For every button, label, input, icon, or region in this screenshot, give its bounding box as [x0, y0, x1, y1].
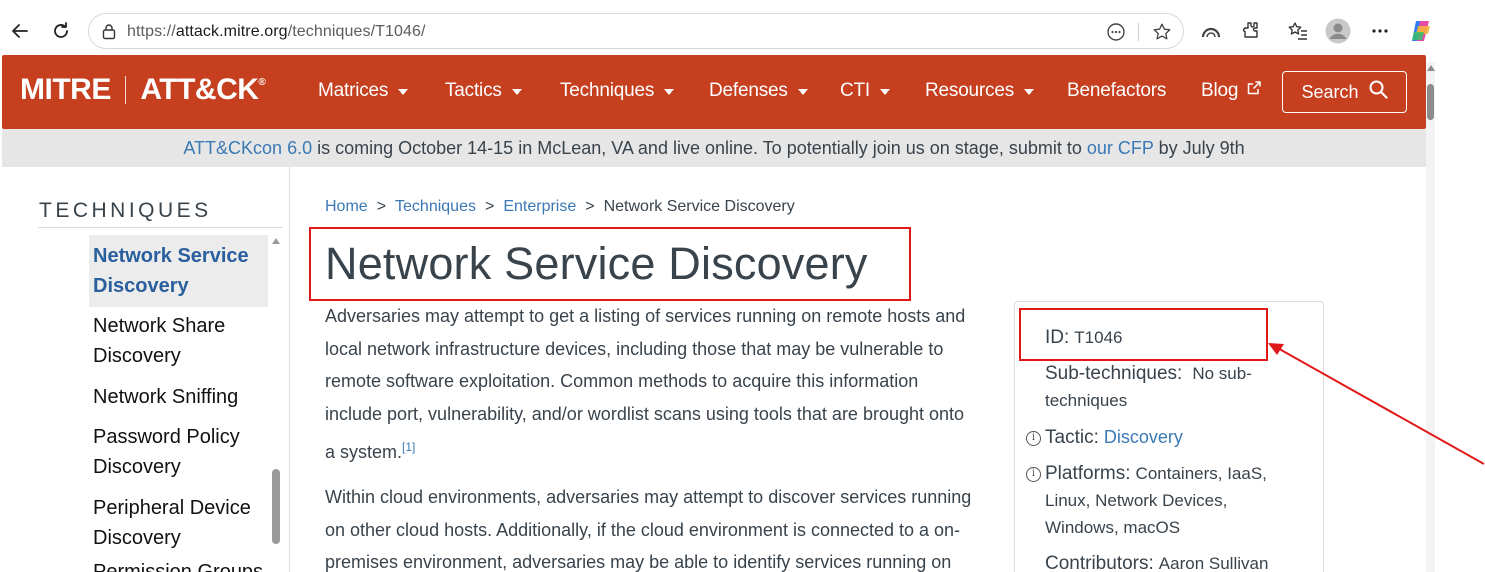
sidebar-heading-divider — [38, 227, 283, 228]
chevron-down-icon — [880, 89, 891, 95]
banner-text: is coming October 14-15 in McLean, VA an… — [312, 138, 1087, 158]
nav-techniques[interactable]: Techniques — [560, 80, 675, 102]
chevron-down-icon — [1024, 89, 1035, 95]
sidebar-item-label: Password Policy — [93, 426, 240, 448]
sidebar-item-peripheral-device-discovery[interactable]: Peripheral Device Discovery — [93, 493, 269, 553]
breadcrumb-current: Network Service Discovery — [603, 198, 795, 215]
search-icon — [1369, 80, 1388, 104]
announcement-banner: ATT&CKcon 6.0 is coming October 14-15 in… — [2, 129, 1426, 167]
sidebar-item-label: Discovery — [93, 275, 189, 297]
description-line: remote software exploitation. Common met… — [325, 371, 919, 392]
address-bar-separator — [1138, 23, 1139, 41]
sidebar-item-password-policy-discovery[interactable]: Password Policy Discovery — [93, 422, 269, 482]
nav-tactics[interactable]: Tactics — [445, 80, 522, 102]
scroll-up-arrow-icon[interactable] — [1427, 65, 1435, 71]
annotation-arrow-icon — [1268, 343, 1485, 465]
sidebar-heading: TECHNIQUES — [39, 199, 212, 222]
sidebar-item-label: Discovery — [93, 527, 181, 549]
sidebar-item-network-sniffing[interactable]: Network Sniffing — [93, 382, 269, 412]
site-header: MITRE ATT&CK ® Matrices Tactics Technique… — [2, 55, 1426, 129]
search-button[interactable]: Search — [1282, 71, 1407, 113]
sub-techniques-row: Sub-techniques: No sub-techniques — [1045, 363, 1252, 410]
cfp-link[interactable]: our CFP — [1087, 138, 1154, 158]
breadcrumb-techniques[interactable]: Techniques — [395, 198, 476, 215]
page-scroll-thumb[interactable] — [1427, 84, 1434, 120]
more-page-actions-icon[interactable] — [1105, 21, 1127, 43]
mitre-attack-logo[interactable]: MITRE ATT&CK ® — [20, 73, 266, 107]
description-line: Adversaries may attempt to get a listing… — [325, 306, 966, 326]
breadcrumb-enterprise[interactable]: Enterprise — [503, 198, 576, 215]
address-bar[interactable]: https://attack.mitre.org/techniques/T104… — [88, 13, 1184, 49]
external-link-icon — [1246, 80, 1262, 102]
contributors-row: Contributors: Aaron Sullivan — [1045, 553, 1269, 572]
description-line: include port, vulnerability, and/or word… — [325, 404, 965, 425]
settings-more-icon[interactable] — [1366, 17, 1394, 45]
attackcon-link[interactable]: ATT&CKcon 6.0 — [183, 138, 312, 158]
tactic-row: Tactic: Discovery — [1045, 427, 1183, 448]
breadcrumb-separator: > — [376, 198, 387, 215]
nav-matrices[interactable]: Matrices — [318, 80, 409, 102]
nav-blog[interactable]: Blog — [1201, 80, 1262, 102]
nav-benefactors[interactable]: Benefactors — [1067, 80, 1166, 102]
platforms-row: Platforms: Containers, IaaS, Linux, Netwo… — [1045, 463, 1267, 537]
url-text[interactable]: https://attack.mitre.org/techniques/T104… — [127, 23, 426, 41]
logo-divider — [124, 76, 127, 104]
sidebar-item-label: Permission Groups — [93, 561, 264, 572]
breadcrumb-separator: > — [484, 198, 495, 215]
id-highlight-box — [1019, 308, 1268, 361]
sidebar-item-label: Network Sniffing — [93, 386, 239, 408]
banner-text-end: by July 9th — [1153, 138, 1245, 158]
info-icon[interactable]: i — [1026, 431, 1041, 446]
sidebar-item-label: Network Service — [93, 245, 249, 267]
profile-avatar-icon[interactable] — [1324, 17, 1352, 45]
sidebar-item-label: Network Share — [93, 315, 226, 337]
extensions-icon[interactable] — [1237, 17, 1265, 45]
nav-resources[interactable]: Resources — [925, 80, 1035, 102]
tactic-discovery-link[interactable]: Discovery — [1104, 427, 1183, 447]
page-scrollbar[interactable] — [1426, 62, 1435, 572]
browser-essentials-icon[interactable] — [1197, 17, 1225, 45]
sidebar-item-permission-groups[interactable]: Permission Groups — [93, 559, 269, 572]
back-icon[interactable] — [5, 16, 35, 46]
citation-link[interactable]: [1] — [402, 440, 415, 454]
browser-toolbar: https://attack.mitre.org/techniques/T104… — [0, 0, 1435, 62]
chevron-down-icon — [797, 89, 808, 95]
sidebar-item-label: Discovery — [93, 456, 181, 478]
description-line: Within cloud environments, adversaries m… — [325, 487, 972, 507]
breadcrumb-home[interactable]: Home — [325, 198, 368, 215]
sidebar-scrollbar[interactable] — [271, 234, 281, 564]
sidebar-item-label: Peripheral Device — [93, 497, 251, 519]
description-line: a system. — [325, 441, 403, 462]
description-paragraph-1: Adversaries may attempt to get a listing… — [325, 300, 985, 469]
description-line: local network infrastructure devices, in… — [325, 338, 944, 359]
breadcrumb: Home > Techniques > Enterprise > Network Servi… — [325, 198, 795, 216]
scroll-up-arrow-icon[interactable] — [272, 238, 280, 244]
favorite-star-icon[interactable] — [1151, 21, 1173, 43]
chevron-down-icon — [398, 89, 409, 95]
chevron-down-icon — [511, 89, 522, 95]
nav-defenses[interactable]: Defenses — [709, 80, 808, 102]
breadcrumb-separator: > — [585, 198, 595, 215]
description-paragraph-2: Within cloud environments, adversaries m… — [325, 481, 985, 572]
sidebar-scroll-thumb[interactable] — [272, 469, 280, 544]
title-highlight-box — [309, 227, 911, 301]
description-line: premises environment, adversaries may be… — [325, 552, 952, 572]
site-info-icon[interactable] — [101, 23, 117, 45]
chevron-down-icon — [664, 89, 675, 95]
info-icon[interactable]: i — [1026, 467, 1041, 482]
sidebar-item-network-share-discovery[interactable]: Network Share Discovery — [93, 311, 269, 371]
nav-cti[interactable]: CTI — [840, 80, 891, 102]
favorites-icon[interactable] — [1284, 17, 1312, 45]
copilot-icon[interactable] — [1407, 17, 1435, 45]
sidebar-item-network-service-discovery[interactable]: Network Service Discovery — [89, 235, 268, 307]
description-line: on other cloud hosts. Additionally, if t… — [325, 519, 961, 540]
sidebar-divider — [289, 167, 290, 572]
sidebar-item-label: Discovery — [93, 345, 181, 367]
refresh-icon[interactable] — [46, 16, 76, 46]
